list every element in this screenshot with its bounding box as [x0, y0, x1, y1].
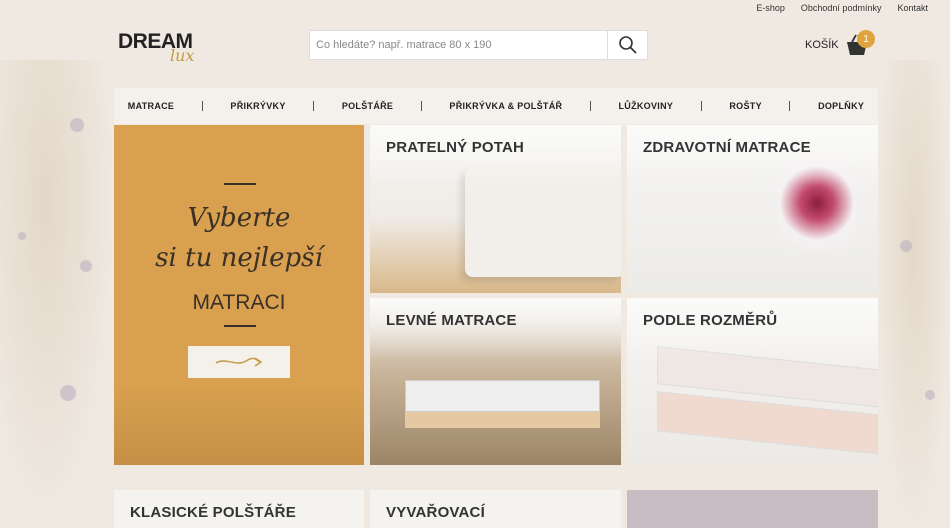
background-wash-left — [0, 60, 115, 528]
nav-item-mattresses[interactable]: MATRACE — [128, 101, 174, 111]
nav-divider — [789, 101, 791, 111]
link-contact[interactable]: Kontakt — [897, 3, 928, 13]
decor-dot — [900, 240, 912, 252]
search-button[interactable] — [607, 31, 647, 59]
promo-leaf-decoration — [114, 385, 364, 465]
tile-health-mattress[interactable]: ZDRAVOTNÍ MATRACE — [627, 125, 878, 293]
nav-item-bedding[interactable]: LŮŽKOVINY — [618, 101, 673, 111]
nav-item-duvets[interactable]: PŘIKRÝVKY — [230, 101, 285, 111]
tile-by-size[interactable]: PODLE ROZMĚRŮ — [627, 298, 878, 465]
arrow-right-icon — [215, 357, 263, 367]
nav-divider — [700, 101, 702, 111]
logo-sub-text: lux — [170, 46, 195, 65]
tile-title: ZDRAVOTNÍ MATRACE — [643, 139, 811, 156]
cart-button[interactable]: KOŠÍK 1 — [805, 30, 875, 56]
promo-divider-top — [224, 183, 256, 185]
promo-script-line1: Vyberte — [187, 203, 291, 233]
top-links: E-shop Obchodní podmínky Kontakt — [756, 3, 928, 13]
tile-cheap-mattress[interactable]: LEVNÉ MATRACE — [370, 298, 621, 465]
promo-cta-button[interactable] — [188, 346, 290, 378]
promo-divider-bottom — [224, 325, 256, 327]
mattress-image — [405, 380, 600, 412]
main-nav: MATRACE PŘIKRÝVKY POLŠTÁŘE PŘIKRÝVKA & P… — [114, 88, 878, 124]
tile-title: KLASICKÉ POLŠTÁŘE — [130, 504, 296, 521]
tile-title: PRATELNÝ POTAH — [386, 139, 525, 156]
bed-frame-image — [405, 412, 600, 428]
nav-item-slatted-frames[interactable]: ROŠTY — [729, 101, 762, 111]
cart-label: KOŠÍK — [805, 39, 839, 51]
background-wash-right — [878, 60, 950, 528]
promo-banner[interactable]: Vyberte si tu nejlepší MATRACI — [114, 125, 364, 465]
decor-dot — [60, 385, 76, 401]
nav-divider — [313, 101, 315, 111]
nav-item-duvet-pillow-set[interactable]: PŘIKRÝVKA & POLŠTÁŘ — [449, 101, 562, 111]
nav-divider — [589, 101, 591, 111]
decor-dot — [80, 260, 92, 272]
tile-title: VYVAŘOVACÍ — [386, 504, 485, 521]
tile-promo-lilac[interactable] — [627, 490, 878, 528]
nav-divider — [420, 101, 422, 111]
tile-classic-pillows[interactable]: KLASICKÉ POLŠTÁŘE — [114, 490, 364, 528]
search-input[interactable] — [310, 31, 607, 59]
tile-boilable[interactable]: VYVAŘOVACÍ — [370, 490, 621, 528]
decor-dot — [70, 118, 84, 132]
tile-title: PODLE ROZMĚRŮ — [643, 312, 778, 329]
tile-title: LEVNÉ MATRACE — [386, 312, 517, 329]
search-bar — [309, 30, 648, 60]
nav-divider — [201, 101, 203, 111]
nav-item-accessories[interactable]: DOPLŇKY — [818, 101, 864, 111]
decor-dot — [18, 232, 26, 240]
link-terms[interactable]: Obchodní podmínky — [801, 3, 882, 13]
link-eshop[interactable]: E-shop — [756, 3, 785, 13]
cart-count-badge: 1 — [857, 30, 875, 48]
promo-headline: MATRACI — [192, 291, 286, 314]
nav-item-pillows[interactable]: POLŠTÁŘE — [342, 101, 393, 111]
search-icon — [618, 36, 637, 54]
promo-script-line2: si tu nejlepší — [155, 243, 323, 273]
logo[interactable]: DREAM lux — [118, 30, 238, 70]
decor-dot — [925, 390, 935, 400]
tile-washable-cover[interactable]: PRATELNÝ POTAH — [370, 125, 621, 293]
